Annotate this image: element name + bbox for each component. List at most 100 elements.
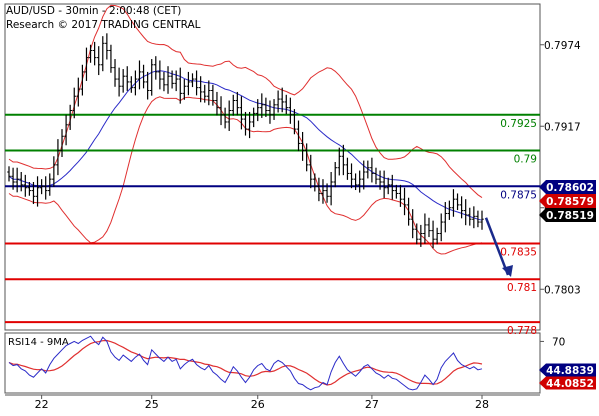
ohlc-bar bbox=[463, 199, 468, 226]
time-tick-label: 28 bbox=[475, 398, 489, 411]
ohlc-bar bbox=[455, 193, 460, 211]
ohlc-bar bbox=[19, 172, 24, 192]
level-label: 0.781 bbox=[507, 282, 537, 294]
ohlc-bar bbox=[247, 111, 252, 139]
ohlc-bar bbox=[80, 64, 85, 96]
price-tag: 0.78519 bbox=[539, 208, 596, 222]
ohlc-bar bbox=[92, 41, 97, 66]
price-tick-label: 0.7974 bbox=[544, 40, 581, 52]
ohlc-bar bbox=[182, 79, 187, 100]
price-tags: 0.78602 0.78579 0.78519 bbox=[539, 180, 596, 222]
ohlc-bar bbox=[121, 69, 125, 93]
ohlc-bar bbox=[382, 170, 386, 199]
ohlc-bar bbox=[137, 60, 142, 90]
ohlc-bar bbox=[35, 176, 40, 207]
ohlc-bar bbox=[153, 56, 158, 80]
level-label: 0.7925 bbox=[500, 118, 537, 130]
chart-title: AUD/USD - 30min - 2:00:48 (CET) bbox=[6, 5, 182, 17]
ohlc-bar bbox=[345, 157, 350, 180]
ohlc-bar bbox=[174, 70, 178, 92]
rsi-tag: 44.8839 bbox=[539, 363, 596, 377]
ohlc-bar bbox=[219, 96, 223, 126]
rsi-ma-line bbox=[8, 339, 483, 386]
ohlc-bar bbox=[207, 80, 211, 106]
ohlc-bar bbox=[158, 60, 162, 90]
rsi-tag-label: 44.0852 bbox=[546, 378, 594, 390]
ohlc-bar bbox=[329, 172, 333, 206]
rsi-tag-label: 44.8839 bbox=[546, 365, 594, 377]
ohlc-bar bbox=[251, 107, 256, 128]
price-tick-label: 0.7917 bbox=[544, 121, 581, 133]
ohlc-bar bbox=[353, 173, 358, 191]
ohlc-bar bbox=[84, 47, 89, 81]
ohlc-bar bbox=[129, 76, 134, 93]
support-resistance-levels: 0.7925 0.79 0.7875 0.7835 0.781 0.778 bbox=[5, 113, 540, 337]
moving-average-line bbox=[8, 70, 483, 221]
price-chart: 22 25 26 27 28 0.79250.790.78750.78350.7810.… bbox=[4, 3, 596, 411]
price-tag-label: 0.78602 bbox=[546, 182, 594, 194]
ohlc-bar bbox=[459, 196, 464, 219]
ohlc-bar bbox=[43, 176, 48, 200]
price-tick-label: 0.7803 bbox=[544, 284, 581, 296]
ohlc-bar bbox=[374, 167, 378, 185]
ohlc-bar bbox=[96, 46, 101, 76]
ohlc-bar bbox=[178, 67, 183, 104]
price-tag-label: 0.78579 bbox=[546, 196, 594, 208]
ohlc-bar bbox=[349, 163, 354, 189]
time-tick-label: 26 bbox=[251, 398, 265, 411]
ohlc-bar bbox=[451, 189, 456, 217]
ohlc-bar bbox=[268, 100, 272, 124]
ohlc-bar bbox=[109, 44, 113, 73]
ohlc-bar bbox=[76, 77, 81, 107]
level-label: 0.7835 bbox=[500, 246, 537, 258]
ohlc-bar bbox=[186, 71, 191, 96]
ohlc-bar bbox=[357, 170, 362, 193]
ohlc-bar bbox=[125, 66, 130, 91]
chart-frame: 22 25 26 27 28 bbox=[4, 3, 541, 411]
ohlc-bar bbox=[337, 147, 342, 176]
ohlc-bar bbox=[231, 94, 236, 116]
time-tick-label: 22 bbox=[35, 398, 49, 411]
ohlc-bar bbox=[272, 99, 276, 120]
ohlc-bar bbox=[313, 173, 317, 192]
level-label: 0.778 bbox=[507, 325, 537, 337]
bollinger-upper-line bbox=[8, 4, 483, 199]
rsi-label: RSI14 - 9MA bbox=[8, 337, 69, 348]
time-tick-label: 27 bbox=[365, 398, 379, 411]
ohlc-bar bbox=[105, 33, 109, 60]
ohlc-bar bbox=[370, 157, 374, 183]
price-axis: 0.79740.79170.78600.7803 bbox=[540, 40, 581, 296]
ohlc-bar bbox=[276, 90, 280, 113]
ohlc-bar bbox=[427, 217, 431, 238]
level-label: 0.7875 bbox=[500, 189, 537, 201]
ohlc-bar bbox=[141, 64, 146, 89]
ohlc-bar bbox=[117, 67, 121, 97]
ohlc-bar bbox=[7, 166, 11, 182]
ohlc-bar bbox=[333, 161, 338, 188]
ohlc-bar bbox=[435, 227, 439, 245]
ohlc-bar bbox=[162, 71, 166, 92]
rsi-tag: 44.0852 bbox=[539, 376, 596, 390]
ohlc-bar bbox=[223, 107, 227, 129]
ohlc-bar bbox=[113, 59, 117, 87]
ohlc-bar bbox=[145, 71, 150, 100]
ohlc-bar bbox=[284, 94, 289, 115]
time-tick-label: 25 bbox=[145, 398, 159, 411]
ohlc-bar bbox=[235, 91, 240, 116]
ohlc-bar bbox=[52, 156, 56, 187]
ohlc-bar bbox=[133, 70, 138, 96]
ohlc-bar bbox=[406, 197, 411, 226]
rsi-line bbox=[8, 335, 483, 391]
price-tag-label: 0.78519 bbox=[546, 210, 594, 222]
ohlc-bar bbox=[56, 139, 60, 176]
ohlc-bar bbox=[439, 213, 444, 242]
chart-copyright: Research © 2017 TRADING CENTRAL bbox=[6, 19, 201, 31]
price-bars bbox=[7, 33, 513, 277]
ohlc-bar bbox=[149, 59, 154, 96]
level-label: 0.79 bbox=[514, 154, 537, 166]
ohlc-bar bbox=[194, 70, 199, 96]
ohlc-bar bbox=[166, 66, 170, 94]
price-tag: 0.78579 bbox=[539, 194, 596, 208]
price-tag: 0.78602 bbox=[539, 180, 596, 194]
ohlc-bar bbox=[296, 120, 301, 152]
